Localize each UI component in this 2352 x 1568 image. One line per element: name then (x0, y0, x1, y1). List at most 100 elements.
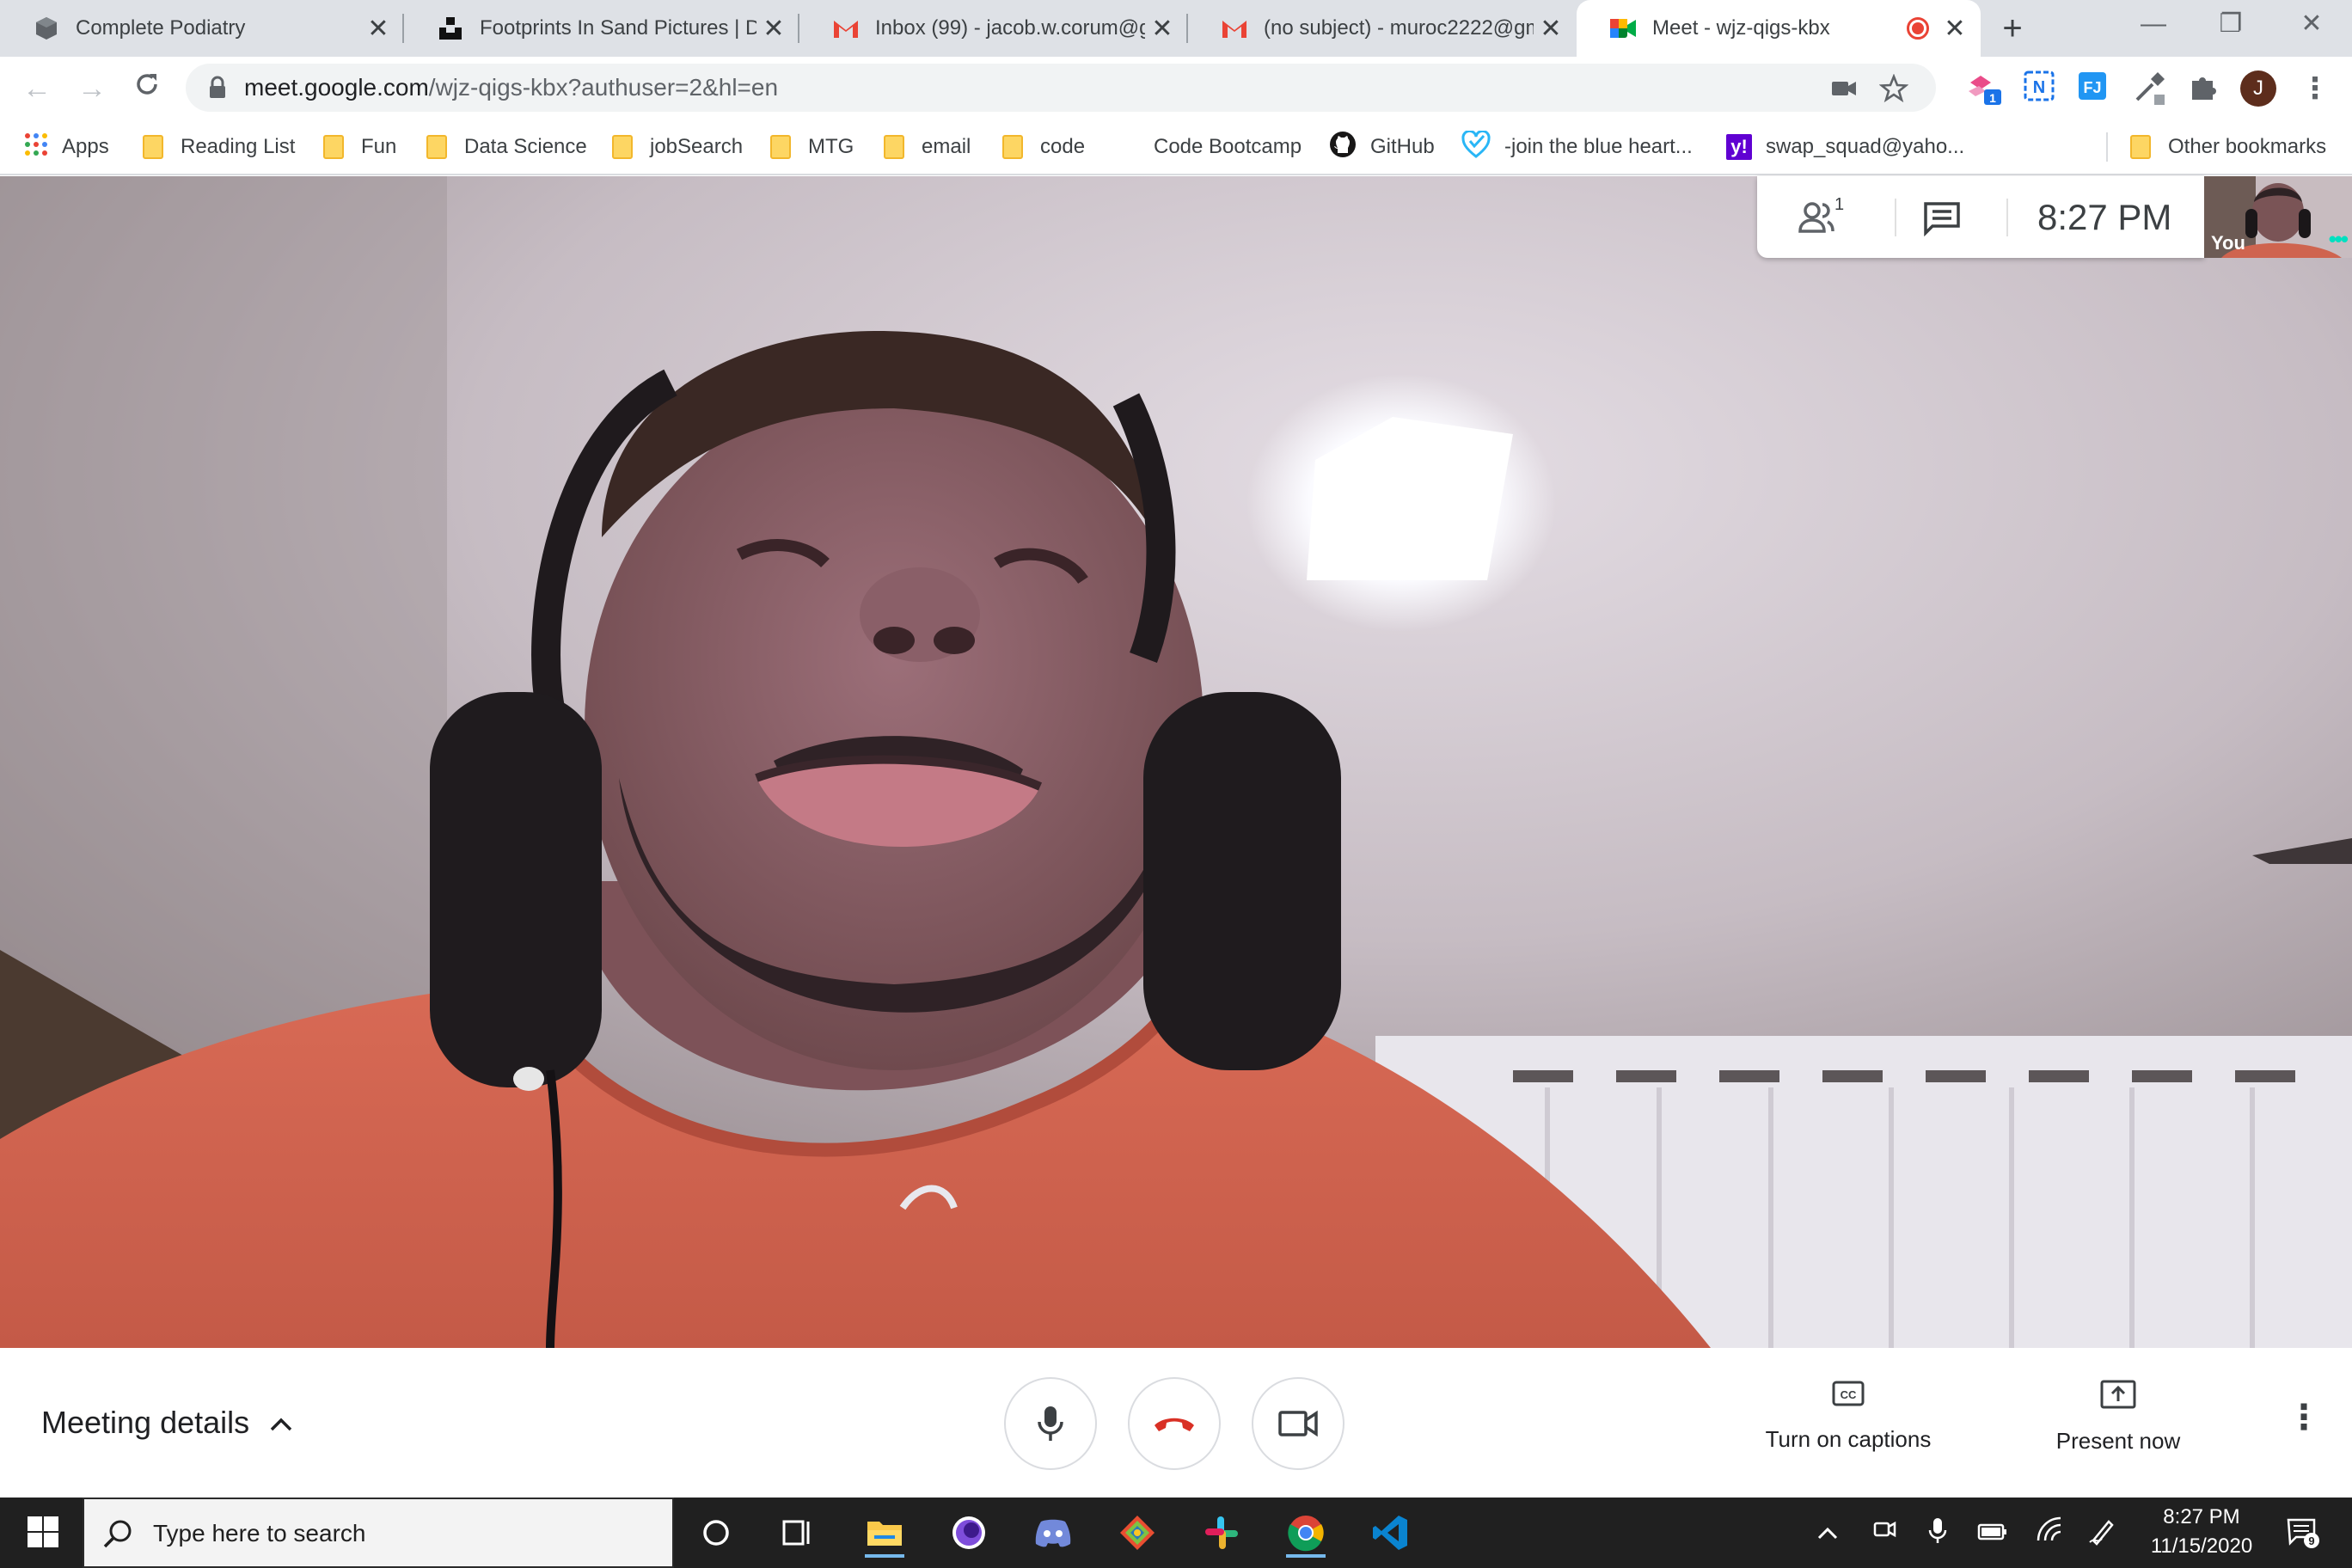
chrome-icon[interactable] (1281, 1508, 1331, 1558)
captions-button[interactable]: CC Turn on captions (1754, 1379, 1943, 1453)
bookmark-other[interactable]: Other bookmarks (2130, 120, 2326, 174)
meeting-details-button[interactable]: Meeting details (41, 1348, 294, 1498)
wifi-icon[interactable] (2032, 1516, 2067, 1551)
restore-window-icon[interactable]: ❐ (2192, 0, 2269, 52)
tab-close-icon[interactable]: ✕ (361, 14, 395, 44)
camera-in-use-icon[interactable] (1829, 74, 1859, 103)
recording-indicator-icon (1907, 17, 1929, 40)
taskbar-search-box[interactable]: Type here to search (83, 1498, 674, 1568)
bookmark-blue-heart[interactable]: -join the blue heart... (1461, 120, 1693, 174)
bookmark-github[interactable]: GitHub (1329, 120, 1435, 174)
folder-icon (323, 135, 344, 159)
bookmarks-bar: Apps Reading List Fun Data Science jobSe… (0, 120, 2352, 175)
bookmark-jobsearch[interactable]: jobSearch (612, 120, 743, 174)
gmail-favicon-icon (832, 15, 860, 42)
notion-extension-icon[interactable]: N (2022, 69, 2060, 107)
tab-footprints[interactable]: Footprints In Sand Pictures | Do ✕ (404, 0, 799, 57)
bookmark-data-science[interactable]: Data Science (426, 120, 587, 174)
bookmark-mtg[interactable]: MTG (770, 120, 854, 174)
chevron-up-icon (268, 1348, 294, 1498)
extensions-puzzle-icon[interactable] (2187, 69, 2225, 107)
fj-extension-icon[interactable]: FJ (2075, 69, 2113, 107)
microphone-in-use-icon[interactable] (1920, 1516, 1955, 1551)
chat-icon[interactable] (1922, 200, 1962, 241)
gmail-favicon-icon (1221, 15, 1248, 42)
bookmark-yahoo[interactable]: y! swap_squad@yaho... (1726, 120, 1964, 174)
tab-close-icon[interactable]: ✕ (1145, 14, 1179, 44)
unsplash-favicon-icon (437, 15, 464, 42)
people-icon[interactable] (1797, 199, 1840, 241)
more-options-icon[interactable]: ⋮ (2287, 1398, 2321, 1437)
tab-close-icon[interactable]: ✕ (756, 14, 791, 44)
forward-button[interactable]: → (69, 65, 115, 112)
address-bar[interactable]: meet.google.com/wjz-qigs-kbx?authuser=2&… (186, 64, 1936, 112)
discord-icon[interactable] (1028, 1508, 1078, 1558)
self-view-tile[interactable]: You ••• (2204, 176, 2352, 258)
cube-favicon-icon (33, 15, 60, 42)
new-tab-button[interactable]: + (1991, 7, 2034, 50)
meeting-details-label: Meeting details (41, 1405, 250, 1440)
task-view-icon[interactable] (772, 1508, 822, 1558)
pen-workspace-icon[interactable] (2086, 1516, 2120, 1551)
bookmark-star-icon[interactable] (1878, 73, 1909, 103)
bookmark-label: Code Bootcamp (1154, 135, 1302, 158)
tor-browser-icon[interactable] (944, 1508, 994, 1558)
bookmark-code[interactable]: code (1002, 120, 1085, 174)
tab-meet[interactable]: Meet - wjz-qigs-kbx ✕ (1577, 0, 1981, 57)
file-explorer-icon[interactable] (860, 1508, 910, 1558)
action-center-icon[interactable]: 9 (2282, 1516, 2324, 1551)
vscode-icon[interactable] (1365, 1508, 1415, 1558)
minimize-window-icon[interactable]: — (2115, 0, 2192, 52)
svg-text:1: 1 (1989, 91, 1996, 105)
browser-menu-icon[interactable]: ⋮ (2300, 70, 2330, 107)
meet-now-icon[interactable] (1867, 1516, 1902, 1551)
participant-count: 1 (1834, 195, 1845, 214)
bookmark-apps[interactable]: Apps (24, 120, 109, 174)
bookmarks-divider (2106, 132, 2108, 162)
profile-avatar[interactable]: J (2240, 70, 2276, 107)
bookmark-label: Data Science (464, 135, 587, 158)
lock-icon[interactable] (208, 76, 227, 104)
tab-gmail-inbox[interactable]: Inbox (99) - jacob.w.corum@gm ✕ (799, 0, 1188, 57)
tab-gmail-no-subject[interactable]: (no subject) - muroc2222@gma ✕ (1188, 0, 1577, 57)
leave-call-button[interactable] (1128, 1377, 1221, 1470)
bookmark-fun[interactable]: Fun (323, 120, 396, 174)
cortana-icon[interactable] (691, 1508, 741, 1558)
microphone-button[interactable] (1004, 1377, 1097, 1470)
gitkraken-icon[interactable] (1112, 1508, 1162, 1558)
back-button[interactable]: ← (14, 65, 60, 112)
self-view-more-icon[interactable]: ••• (2329, 226, 2349, 253)
tab-title: Inbox (99) - jacob.w.corum@gm (875, 16, 1145, 40)
bookmark-label: swap_squad@yaho... (1766, 135, 1965, 158)
camera-button[interactable] (1252, 1377, 1344, 1470)
tab-complete-podiatry[interactable]: Complete Podiatry ✕ (0, 0, 404, 57)
present-now-button[interactable]: Present now (2024, 1379, 2213, 1455)
active-app-indicator (865, 1554, 904, 1558)
slack-icon[interactable] (1197, 1508, 1246, 1558)
bookmark-reading-list[interactable]: Reading List (143, 120, 295, 174)
eyedropper-extension-icon[interactable] (2130, 69, 2168, 107)
folder-icon (612, 135, 633, 159)
tab-close-icon[interactable]: ✕ (1534, 14, 1568, 44)
bookmark-label: code (1040, 135, 1086, 158)
folder-icon (426, 135, 447, 159)
bookmark-email[interactable]: email (884, 120, 971, 174)
svg-text:9: 9 (2308, 1534, 2314, 1547)
tab-title: (no subject) - muroc2222@gma (1264, 16, 1534, 40)
taskbar-time: 8:27 PM (2163, 1505, 2240, 1528)
url-text[interactable]: meet.google.com/wjz-qigs-kbx?authuser=2&… (244, 64, 778, 112)
taskbar-date: 11/15/2020 (2150, 1534, 2253, 1558)
windows-start-icon[interactable] (26, 1515, 60, 1553)
close-window-icon[interactable]: ✕ (2273, 0, 2350, 52)
tab-close-icon[interactable]: ✕ (1938, 14, 1972, 44)
bookmark-label: Reading List (181, 135, 296, 158)
microphone-icon (1038, 1406, 1063, 1441)
show-hidden-icons-icon[interactable] (1810, 1516, 1845, 1551)
folder-icon (143, 135, 163, 159)
extension-icon[interactable]: 1 (1965, 69, 2003, 107)
taskbar-clock[interactable]: 8:27 PM 11/15/2020 (2128, 1503, 2275, 1561)
battery-icon[interactable] (1975, 1516, 2010, 1551)
bookmark-code-bootcamp[interactable]: Code Bootcamp (1154, 120, 1302, 174)
browser-toolbar: ← → meet.google.com/wjz-qigs-kbx?authuse… (0, 57, 2352, 120)
reload-button[interactable] (124, 65, 170, 112)
